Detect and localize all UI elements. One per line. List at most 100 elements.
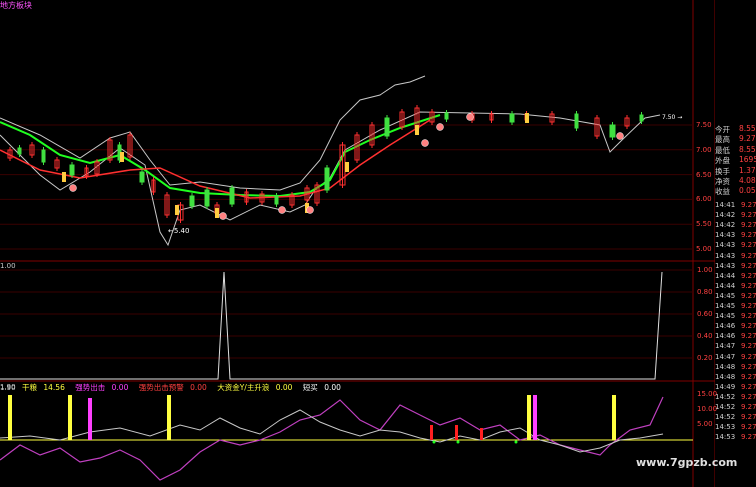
tick-price: 9.27 bbox=[741, 392, 756, 401]
tick-price: 9.27 bbox=[741, 241, 756, 250]
tick-time: 14:45 bbox=[715, 312, 736, 321]
signal-ball bbox=[219, 212, 227, 220]
spike-line bbox=[0, 271, 663, 380]
candle-body bbox=[204, 189, 210, 207]
price-axis-tick: 6.50 bbox=[696, 170, 712, 179]
tick-price: 9.27 bbox=[741, 221, 756, 230]
quote-row: 收益 0.05 bbox=[715, 186, 756, 197]
tick-time: 14:45 bbox=[715, 291, 736, 300]
tick-time: 14:43 bbox=[715, 241, 736, 250]
tick-time: 14:48 bbox=[715, 372, 736, 381]
candle-body bbox=[444, 112, 449, 120]
tick-time: 14:42 bbox=[715, 211, 736, 220]
candle-body bbox=[274, 195, 279, 205]
yellow-signal-bar bbox=[527, 395, 531, 440]
tick-time: 14:46 bbox=[715, 322, 736, 331]
quote-label: 最低 bbox=[715, 145, 730, 155]
candle-body bbox=[324, 167, 330, 191]
tick-price: 9.27 bbox=[741, 231, 756, 240]
ma-red-line bbox=[0, 119, 431, 199]
candle-body bbox=[384, 117, 390, 137]
mid-axis-tick: 0.80 bbox=[697, 288, 713, 296]
tick-price: 9.27 bbox=[741, 342, 756, 351]
candle-body bbox=[609, 124, 616, 138]
indicator-legend: 1.90 干粮 14.56 强势出击 0.00 强势出击预警 0.00 大资金Y… bbox=[0, 382, 349, 392]
tick-price: 9.27 bbox=[741, 312, 756, 321]
candle-body bbox=[189, 195, 195, 207]
tick-price: 9.27 bbox=[741, 372, 756, 381]
high-price-annotation: 7.50 → bbox=[662, 114, 683, 121]
signal-candle bbox=[215, 208, 219, 218]
signal-ball bbox=[306, 206, 314, 214]
red-signal-bar bbox=[480, 428, 483, 440]
candle-body bbox=[574, 113, 579, 129]
sector-title[interactable]: 地方板块 bbox=[0, 0, 32, 11]
tick-time: 14:43 bbox=[715, 251, 736, 260]
quote-value: 8.55 bbox=[739, 124, 756, 133]
tick-price: 9.27 bbox=[741, 382, 756, 391]
tick-time: 14:53 bbox=[715, 433, 736, 442]
tick-price: 9.27 bbox=[741, 433, 756, 442]
tick-time: 14:43 bbox=[715, 261, 736, 270]
quote-label: 换手 bbox=[715, 166, 730, 176]
quote-row: 最低 8.55 bbox=[715, 145, 756, 156]
tick-time: 14:52 bbox=[715, 392, 736, 401]
tick-price: 9.27 bbox=[741, 362, 756, 371]
red-signal-bar bbox=[455, 425, 458, 440]
candle-body bbox=[69, 164, 75, 176]
price-axis-tick: 6.00 bbox=[696, 195, 712, 204]
price-axis-tick: 7.00 bbox=[696, 145, 712, 154]
quote-row: 外盘 16954 bbox=[715, 155, 756, 166]
magenta-signal-bar bbox=[533, 395, 537, 440]
tick-time: 14:52 bbox=[715, 413, 736, 422]
yellow-signal-bar bbox=[612, 395, 616, 440]
legend-level: 1.90 bbox=[0, 384, 16, 392]
green-dot bbox=[514, 440, 518, 444]
quote-value: 9.27 bbox=[739, 134, 756, 144]
signal-candle bbox=[415, 125, 419, 135]
legend-item-da-zi-jin[interactable]: 大资金Y/主升浪 0.00 bbox=[217, 383, 296, 392]
signal-ball bbox=[69, 184, 77, 192]
chart-canvas bbox=[0, 0, 715, 487]
candle-body bbox=[639, 114, 644, 122]
tick-price: 9.27 bbox=[741, 281, 756, 290]
price-axis-tick: 5.00 bbox=[696, 245, 712, 253]
signal-candle bbox=[175, 205, 179, 215]
tick-price: 9.27 bbox=[741, 423, 756, 432]
signal-candle bbox=[345, 162, 349, 172]
tick-time: 14:49 bbox=[715, 382, 736, 391]
tick-price: 9.27 bbox=[741, 211, 756, 220]
price-axis-tick: 7.50 bbox=[696, 121, 712, 129]
candle-body bbox=[139, 171, 145, 183]
tick-time: 14:41 bbox=[715, 201, 736, 209]
tick-time: 14:44 bbox=[715, 281, 736, 290]
legend-item-duan-mai[interactable]: 短买 0.00 bbox=[303, 383, 345, 392]
quote-label: 外盘 bbox=[715, 156, 730, 166]
signal-ball bbox=[421, 139, 429, 147]
tick-price: 9.27 bbox=[741, 332, 756, 341]
signal-ball bbox=[436, 123, 444, 131]
quote-value: 4.08 bbox=[739, 176, 756, 185]
signal-ball bbox=[466, 113, 474, 121]
mid-axis-tick: 0.60 bbox=[697, 310, 713, 318]
tick-time: 14:46 bbox=[715, 332, 736, 341]
legend-item-gan-liang[interactable]: 干粮 14.56 bbox=[22, 383, 69, 392]
yellow-signal-bar bbox=[68, 395, 72, 440]
quote-value: 8.55 bbox=[739, 144, 756, 154]
quote-label: 净资 bbox=[715, 177, 730, 186]
yellow-signal-bar bbox=[8, 395, 12, 440]
mid-axis-tick: 1.00 bbox=[697, 266, 713, 274]
tick-price: 9.27 bbox=[741, 201, 756, 209]
green-dot bbox=[432, 440, 436, 444]
watermark: www.7gpzb.com bbox=[636, 456, 738, 469]
quote-row: 净资 4.08 bbox=[715, 176, 756, 187]
quote-value: 1.37% bbox=[739, 165, 756, 175]
tick-time: 14:52 bbox=[715, 403, 736, 411]
legend-item-qiang-shi[interactable]: 强势出击 0.00 bbox=[75, 383, 132, 392]
low-price-annotation: ←5.40 bbox=[168, 227, 190, 235]
tick-time: 14:47 bbox=[715, 352, 736, 361]
signal-candle bbox=[525, 113, 529, 123]
legend-item-yu-jing[interactable]: 强势出击预警 0.00 bbox=[139, 383, 211, 392]
tick-price: 9.27 bbox=[741, 291, 756, 300]
tick-time: 14:42 bbox=[715, 221, 736, 230]
